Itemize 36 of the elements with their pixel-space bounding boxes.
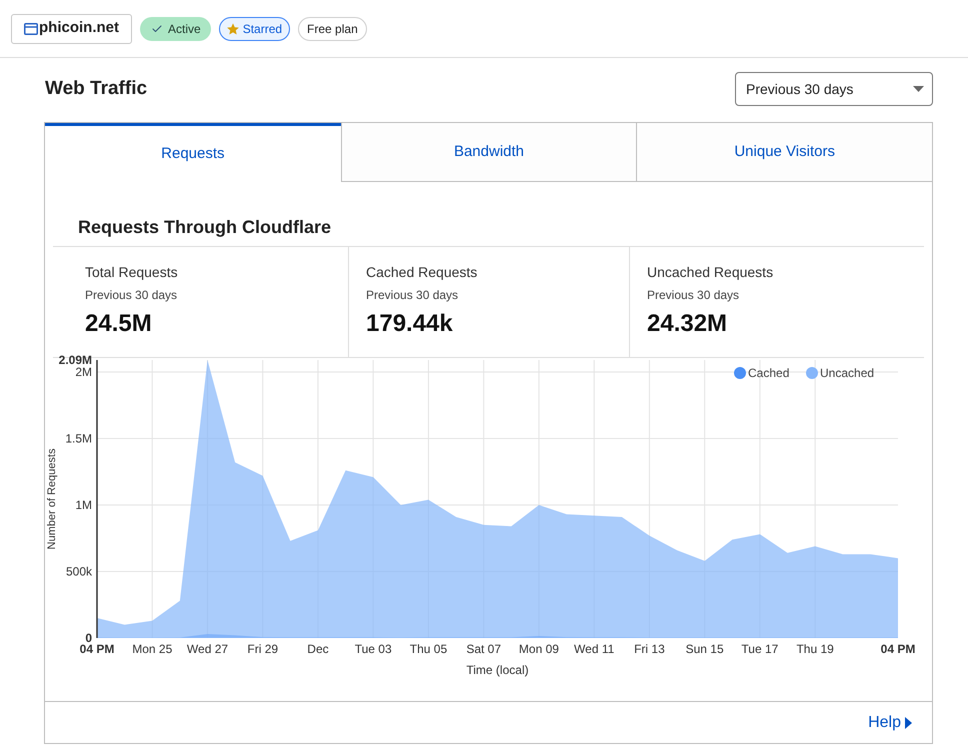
status-label: Active xyxy=(168,20,201,38)
stat-value: 24.5M xyxy=(85,310,153,338)
x-tick-label: Thu 19 xyxy=(796,642,834,656)
x-tick-label: Tue 17 xyxy=(741,642,778,656)
x-tick-label: Thu 05 xyxy=(410,642,448,656)
panel-title: Requests Through Cloudflare xyxy=(78,216,332,239)
x-tick-label: Tue 03 xyxy=(354,642,392,656)
stat-period: Previous 30 days xyxy=(85,287,178,303)
y-tick-label: 500k xyxy=(66,564,92,578)
x-tick-label: Sun 15 xyxy=(686,642,724,656)
x-tick-label: Fri 13 xyxy=(634,642,665,656)
stat-label: Cached Requests xyxy=(366,263,478,282)
x-tick-label: Sat 07 xyxy=(466,642,502,656)
stat-value: 179.44k xyxy=(366,310,454,338)
x-tick-label: Mon 09 xyxy=(518,642,559,656)
y-axis-title: Number of Requests xyxy=(46,448,58,550)
x-tick-label: Wed 11 xyxy=(574,642,614,656)
section-title: Web Traffic xyxy=(44,76,148,101)
x-tick-label: 04 PM xyxy=(80,642,114,656)
x-tick-label: Mon 25 xyxy=(132,642,172,656)
stat-value: 24.32M xyxy=(647,310,728,338)
x-tick-label: Wed 27 xyxy=(186,642,228,656)
stat-period: Previous 30 days xyxy=(366,287,460,303)
x-tick-label: Dec xyxy=(307,642,329,656)
plan-badge: Free plan xyxy=(298,16,367,40)
y-tick-label: 1.5M xyxy=(65,431,92,446)
y-tick-label: 2M xyxy=(75,364,92,379)
stat-label: Total Requests xyxy=(85,263,179,282)
stat-label: Uncached Requests xyxy=(647,263,774,282)
stat-period: Previous 30 days xyxy=(647,287,740,303)
y-tick-label: 2.09M xyxy=(58,353,92,367)
y-tick-label: 1M xyxy=(75,498,92,512)
y-tick-label: 0 xyxy=(85,631,92,645)
x-axis-title: Time (local) xyxy=(466,663,529,677)
x-tick-label: Fri 29 xyxy=(247,642,278,656)
x-tick-label: 04 PM xyxy=(880,642,916,656)
